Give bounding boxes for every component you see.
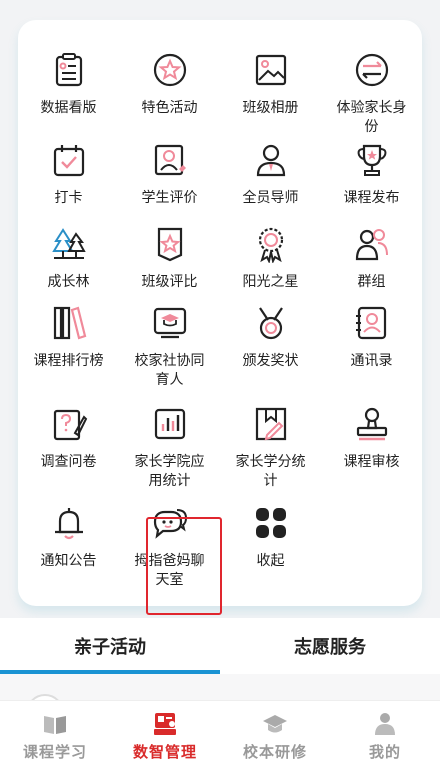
- mentor-icon: [251, 140, 291, 180]
- grid-item[interactable]: 收起: [220, 503, 321, 571]
- nav-smart-management[interactable]: 数智管理: [110, 701, 220, 769]
- grid-item-label: 通讯录: [350, 353, 393, 369]
- nav-label: 数智管理: [132, 743, 197, 761]
- grid-item[interactable]: 通讯录: [321, 303, 422, 371]
- grid-item[interactable]: 颁发奖状: [220, 303, 321, 371]
- grid-item-label: 课程审核: [343, 454, 400, 470]
- grid-item[interactable]: 课程排行榜: [18, 303, 119, 371]
- grid-item-label: 成长林: [47, 274, 90, 290]
- grid-item[interactable]: 课程发布: [321, 140, 422, 208]
- grid-item[interactable]: 班级相册: [220, 50, 321, 118]
- grid-item[interactable]: 家长学院应用统计: [119, 404, 220, 491]
- sun-medal-icon: [251, 224, 291, 264]
- grid-item-label: 家长学院应用统计: [134, 454, 205, 489]
- nav-label: 课程学习: [22, 743, 87, 761]
- grid-item-label: 课程发布: [343, 190, 400, 206]
- student-review-icon: [150, 140, 190, 180]
- dashboard-board-icon: [49, 50, 89, 90]
- stamp-icon: [352, 404, 392, 444]
- nav-mine[interactable]: 我的: [330, 701, 440, 769]
- nav-course-study[interactable]: 课程学习: [0, 701, 110, 769]
- grid-item-label: 通知公告: [40, 553, 97, 569]
- grid-item-label: 体验家长身份: [336, 100, 407, 135]
- app-screen: 数据看版 特色活动 班级相册 体验家长身份打卡 学生评价 全员导师 课程发布成长林 班级评比 阳…: [0, 0, 440, 769]
- grid-item-label: 数据看版: [40, 100, 97, 116]
- switch-role-icon: [352, 50, 392, 90]
- grid-item[interactable]: 打卡: [18, 140, 119, 208]
- grid-item-label: 阳光之星: [242, 274, 299, 290]
- book-icon: [44, 716, 66, 734]
- grid-item-label: 家长学分统计: [235, 454, 306, 489]
- tab-volunteer-service[interactable]: 志愿服务: [220, 618, 440, 674]
- medal-icon: [251, 303, 291, 343]
- grid-item-label: 全员导师: [242, 190, 299, 206]
- bar-stats-icon: [150, 404, 190, 444]
- grid-item[interactable]: 学生评价: [119, 140, 220, 208]
- ribbon-star-icon: [150, 224, 190, 264]
- grid-item-label: 收起: [256, 553, 285, 569]
- feature-grid-card: 数据看版 特色活动 班级相册 体验家长身份打卡 学生评价 全员导师 课程发布成长林 班级评比 阳…: [18, 20, 422, 615]
- grid-item-label: 群组: [357, 274, 386, 290]
- activity-tabs: 亲子活动 志愿服务: [0, 618, 440, 674]
- nav-label: 我的: [368, 743, 401, 761]
- grid-item-label: 特色活动: [141, 100, 198, 116]
- grid-item-label: 颁发奖状: [242, 353, 299, 369]
- grid-item[interactable]: 家长学分统计: [220, 404, 321, 491]
- grid-item[interactable]: 班级评比: [119, 224, 220, 292]
- books-ranking-icon: [49, 303, 89, 343]
- graduation-cap-screen-icon: [150, 303, 190, 343]
- forest-icon: [49, 224, 89, 264]
- grid-item[interactable]: 调查问卷: [18, 404, 119, 472]
- grid-item-label: 班级相册: [242, 100, 299, 116]
- grid-item[interactable]: 通知公告: [18, 503, 119, 571]
- graduation-cap-icon: [263, 715, 287, 733]
- nav-label: 校本研修: [242, 743, 307, 761]
- star-badge-icon: [150, 50, 190, 90]
- person-icon: [375, 713, 395, 735]
- group-icon: [352, 224, 392, 264]
- grid-item-label: 调查问卷: [40, 454, 97, 470]
- grid-item[interactable]: 校家社协同育人: [119, 303, 220, 390]
- bell-icon: [49, 503, 89, 543]
- grid-item[interactable]: 课程审核: [321, 404, 422, 472]
- grid-item[interactable]: 阳光之星: [220, 224, 321, 292]
- credit-pencil-icon: [251, 404, 291, 444]
- grid-item-label: 校家社协同育人: [134, 353, 205, 388]
- photo-album-icon: [251, 50, 291, 90]
- grid-item[interactable]: 成长林: [18, 224, 119, 292]
- tab-parent-child-activity[interactable]: 亲子活动: [0, 618, 220, 674]
- trophy-icon: [352, 140, 392, 180]
- calendar-check-icon: [49, 140, 89, 180]
- management-icon: [154, 713, 176, 735]
- highlight-box: [146, 517, 222, 615]
- grid-item-label: 学生评价: [141, 190, 198, 206]
- grid-item[interactable]: 全员导师: [220, 140, 321, 208]
- collapse-grid-icon: [251, 503, 291, 543]
- grid-item-label: 打卡: [54, 190, 83, 206]
- grid-item[interactable]: 特色活动: [119, 50, 220, 118]
- questionnaire-icon: [49, 404, 89, 444]
- grid-item-label: 课程排行榜: [33, 353, 104, 369]
- bottom-nav: 课程学习 数智管理 校本研修 我的: [0, 700, 440, 769]
- contact-card-icon: [352, 303, 392, 343]
- grid-item[interactable]: 体验家长身份: [321, 50, 422, 137]
- grid-item[interactable]: 群组: [321, 224, 422, 292]
- grid-item[interactable]: 数据看版: [18, 50, 119, 118]
- nav-school-training[interactable]: 校本研修: [220, 701, 330, 769]
- grid-item-label: 班级评比: [141, 274, 198, 290]
- list-peek: [0, 674, 440, 732]
